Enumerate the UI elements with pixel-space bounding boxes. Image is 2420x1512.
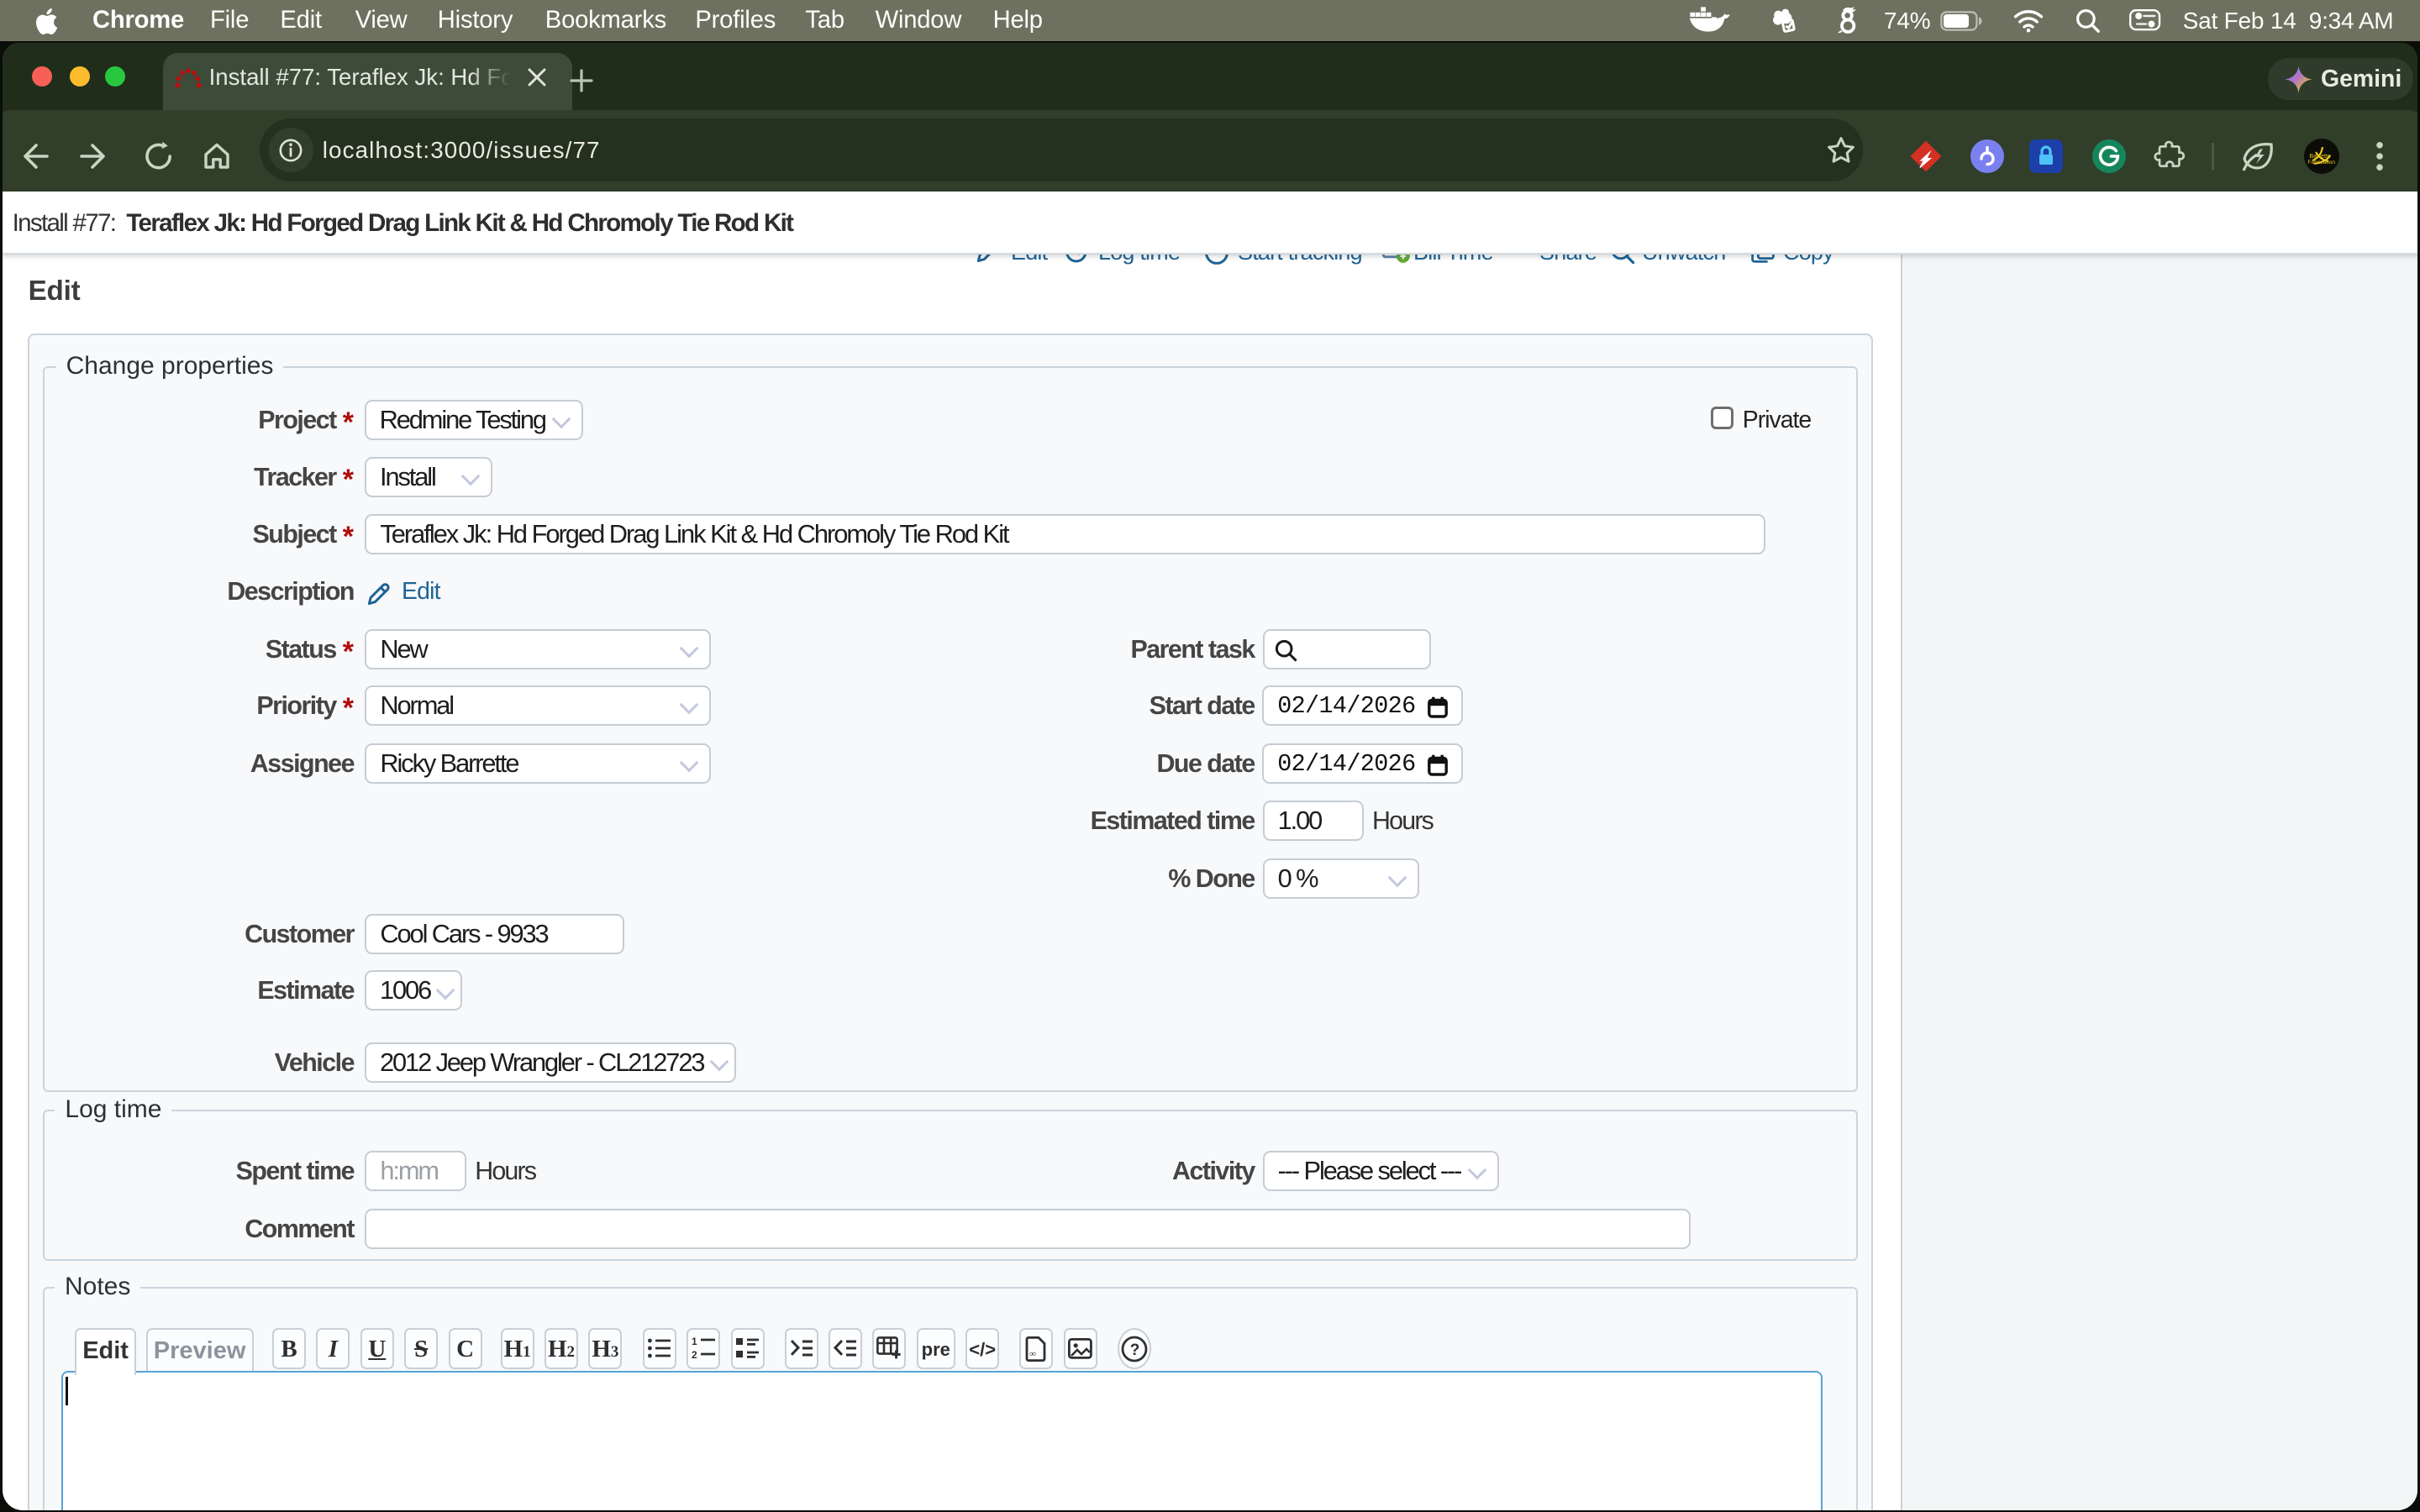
svg-text:1: 1 bbox=[692, 1336, 697, 1347]
svg-text:Fabrication: Fabrication bbox=[2307, 160, 2335, 165]
svg-text:∞: ∞ bbox=[1029, 1349, 1036, 1359]
svg-text:2: 2 bbox=[692, 1349, 697, 1358]
svg-text:Barrette: Barrette bbox=[2309, 152, 2331, 160]
svg-text:?: ? bbox=[1130, 1341, 1140, 1359]
